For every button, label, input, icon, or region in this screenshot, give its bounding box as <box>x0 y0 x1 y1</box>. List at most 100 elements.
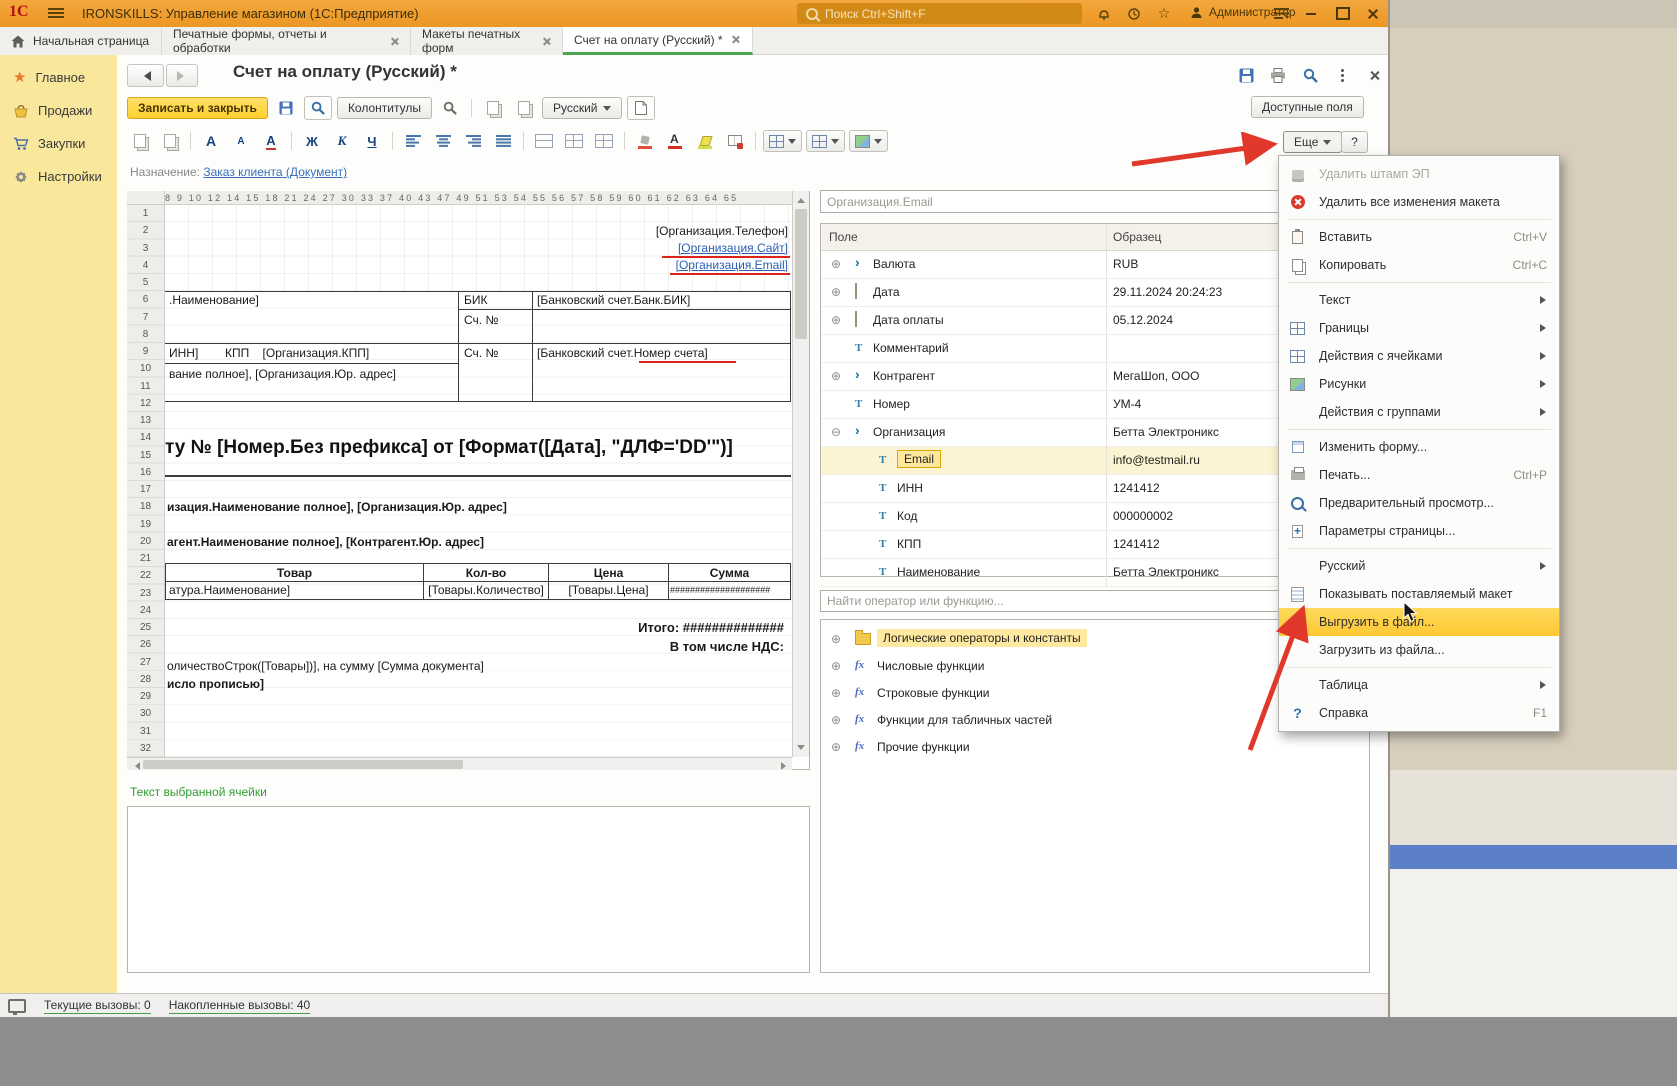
vertical-scrollbar[interactable] <box>792 191 809 757</box>
expand-icon[interactable]: ⊕ <box>831 713 841 727</box>
back-button[interactable] <box>127 64 164 87</box>
highlight-button[interactable] <box>692 130 718 152</box>
split-cells-icon[interactable] <box>561 130 587 152</box>
cell-org-phone[interactable]: [Организация.Телефон] <box>656 224 788 238</box>
headers-footers-button[interactable]: Колонтитулы <box>337 97 432 119</box>
cell-inn-kpp[interactable]: ИНН] КПП [Организация.КПП] <box>169 346 369 360</box>
notifications-bell-icon[interactable] <box>1093 4 1115 23</box>
align-left-button[interactable] <box>400 130 426 152</box>
picture-dropdown[interactable] <box>849 130 888 152</box>
copy-layout-icon[interactable] <box>480 97 506 119</box>
paste-icon[interactable] <box>157 130 183 152</box>
cell-items-count[interactable]: оличествоСтрок([Товары])], на сумму [Сум… <box>167 659 484 673</box>
service-menu-icon[interactable] <box>1270 4 1292 23</box>
italic-button[interactable]: К <box>329 130 355 152</box>
preview-toolbar-icon[interactable] <box>304 96 332 120</box>
expand-icon[interactable]: ⊕ <box>831 659 841 673</box>
preview-icon[interactable] <box>1300 66 1320 84</box>
tab-print-forms[interactable]: Печатные формы, отчеты и обработки <box>162 27 411 55</box>
history-icon[interactable] <box>1123 4 1145 23</box>
cell-account-value[interactable]: [Банковский счет.Номер счета] <box>537 346 708 360</box>
collapse-icon[interactable]: ⊖ <box>831 425 841 439</box>
tab-invoice-active[interactable]: Счет на оплату (Русский) * <box>563 27 753 55</box>
sheet-content[interactable]: [Организация.Телефон] [Организация.Сайт]… <box>165 205 792 757</box>
cell-org-site[interactable]: [Организация.Сайт] <box>678 241 788 255</box>
menu-item-preview[interactable]: Предварительный просмотр... <box>1279 489 1559 517</box>
cell-account-label-bottom[interactable]: Сч. № <box>464 346 498 360</box>
performance-monitor-icon[interactable] <box>8 999 26 1013</box>
sheet-row-headers[interactable]: 1 2 3 4 5 6 7 8 9 10 11 12 13 14 15 16 1… <box>127 205 165 757</box>
scroll-thumb[interactable] <box>795 209 807 339</box>
scroll-left-icon[interactable] <box>131 762 140 770</box>
minimize-button[interactable] <box>1296 0 1326 27</box>
cell-row-qty[interactable]: [Товары.Количество] <box>424 583 548 597</box>
cell-org-fullname[interactable]: вание полное], [Организация.Юр. адрес] <box>169 367 396 381</box>
forward-button[interactable] <box>166 64 198 87</box>
fill-color-button[interactable] <box>632 130 658 152</box>
save-and-close-button[interactable]: Записать и закрыть <box>127 97 268 119</box>
expand-icon[interactable]: ⊕ <box>831 740 841 754</box>
sidebar-item-sales[interactable]: Продажи <box>0 94 117 127</box>
cell-customer[interactable]: агент.Наименование полное], [Контрагент.… <box>167 535 484 549</box>
bold-button[interactable]: Ж <box>299 130 325 152</box>
underline-button[interactable]: Ч <box>359 130 385 152</box>
menu-item-print[interactable]: Печать... Ctrl+P <box>1279 461 1559 489</box>
cell-row-sum[interactable]: #################### <box>670 585 790 595</box>
cell-row-product[interactable]: атура.Наименование] <box>169 583 290 597</box>
print-icon[interactable] <box>1268 66 1288 84</box>
horizontal-scrollbar[interactable] <box>127 757 792 770</box>
close-editor-icon[interactable] <box>1364 66 1384 84</box>
main-menu-icon[interactable] <box>48 8 64 19</box>
menu-item-copy[interactable]: Копировать Ctrl+C <box>1279 251 1559 279</box>
menu-item-paste[interactable]: Вставить Ctrl+V <box>1279 223 1559 251</box>
cell-org-email[interactable]: [Организация.Email] <box>676 258 788 272</box>
expand-icon[interactable]: ⊕ <box>831 686 841 700</box>
scroll-up-icon[interactable] <box>797 194 805 203</box>
align-justify-button[interactable] <box>490 130 516 152</box>
global-search[interactable]: Поиск Ctrl+Shift+F <box>797 3 1082 24</box>
menu-item-pictures[interactable]: Рисунки <box>1279 370 1559 398</box>
save-icon[interactable] <box>1236 66 1256 84</box>
menu-item-delete-changes[interactable]: Удалить все изменения макета <box>1279 188 1559 216</box>
paste-layout-icon[interactable] <box>511 97 537 119</box>
col-header-product[interactable]: Товар <box>166 566 423 580</box>
cell-account-label-top[interactable]: Сч. № <box>464 313 498 327</box>
col-header-sum[interactable]: Сумма <box>669 566 790 580</box>
sheet-column-headers[interactable]: 8 9 10 12 14 15 18 21 24 27 30 33 37 40 … <box>165 191 792 205</box>
expand-icon[interactable]: ⊕ <box>831 632 841 646</box>
close-window-button[interactable] <box>1358 0 1388 27</box>
sidebar-item-purchases[interactable]: Закупки <box>0 127 117 160</box>
tab-close-icon[interactable] <box>542 37 551 46</box>
tab-home[interactable]: Начальная страница <box>0 27 162 55</box>
expand-icon[interactable]: ⊕ <box>831 313 841 327</box>
tab-close-icon[interactable] <box>731 35 740 44</box>
cell-vat[interactable]: В том числе НДС: <box>670 639 784 654</box>
selected-cell-text-area[interactable] <box>127 806 810 973</box>
sidebar-item-main[interactable]: ★ Главное <box>0 61 117 94</box>
table-dropdown[interactable] <box>806 130 845 152</box>
save-toolbar-icon[interactable] <box>273 97 299 119</box>
language-selector[interactable]: Русский <box>542 97 622 119</box>
maximize-button[interactable] <box>1328 0 1358 27</box>
favorites-star-icon[interactable]: ☆ <box>1153 4 1175 23</box>
sidebar-item-settings[interactable]: Настройки <box>0 160 117 193</box>
available-fields-button[interactable]: Доступные поля <box>1251 96 1364 118</box>
scroll-thumb[interactable] <box>143 760 463 769</box>
cell-row-price[interactable]: [Товары.Цена] <box>549 583 668 597</box>
cell-bik-value[interactable]: [Банковский счет.Банк.БИК] <box>537 293 690 307</box>
cell-amount-words[interactable]: исло прописью] <box>167 677 264 691</box>
align-center-button[interactable] <box>430 130 456 152</box>
cell-bank-name[interactable]: .Наименование] <box>169 293 259 307</box>
menu-item-language[interactable]: Русский <box>1279 552 1559 580</box>
cell-supplier[interactable]: изация.Наименование полное], [Организаци… <box>167 500 507 514</box>
menu-item-page-setup[interactable]: Параметры страницы... <box>1279 517 1559 545</box>
tab-layouts[interactable]: Макеты печатных форм <box>411 27 563 55</box>
cell-bik-label[interactable]: БИК <box>464 293 488 307</box>
font-size-decrease-icon[interactable]: А <box>228 130 254 152</box>
cell-doc-title[interactable]: ту № [Номер.Без префикса] от [Формат([Да… <box>165 437 733 459</box>
menu-item-cell-actions[interactable]: Действия с ячейками <box>1279 342 1559 370</box>
align-right-button[interactable] <box>460 130 486 152</box>
menu-item-borders[interactable]: Границы <box>1279 314 1559 342</box>
font-style-icon[interactable]: А <box>258 130 284 152</box>
accumulated-calls-indicator[interactable]: Накопленные вызовы: 40 <box>169 998 311 1014</box>
